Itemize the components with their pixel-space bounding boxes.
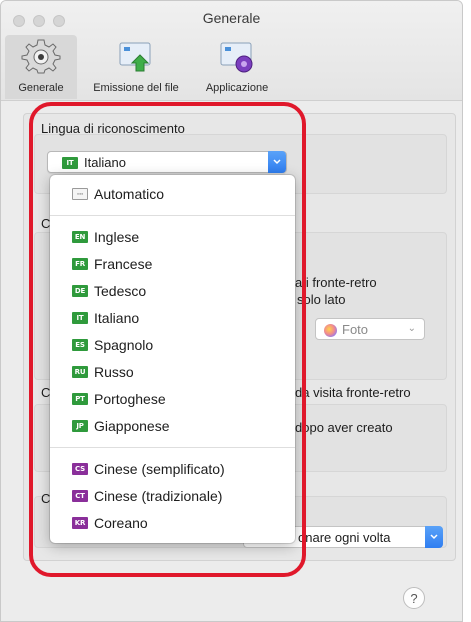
title-bar: Generale Generale Emissione del file App… <box>1 1 462 101</box>
tab-general[interactable]: Generale <box>5 35 77 99</box>
menu-item-coreano[interactable]: KR Coreano <box>50 511 295 535</box>
flag-jp-icon: JP <box>72 420 88 432</box>
menu-item-label: Italiano <box>94 310 140 326</box>
flag-ct-icon: CT <box>72 490 88 502</box>
menu-item-label: Cinese (tradizionale) <box>94 488 223 504</box>
chevron-down-icon <box>425 526 443 548</box>
flag-it-icon: IT <box>72 312 88 324</box>
section-heading-partial: C <box>41 385 51 400</box>
language-dropdown-menu: ··· Automatico EN Inglese FR Francese DE… <box>50 175 295 543</box>
menu-item-label: Cinese (semplificato) <box>94 461 225 477</box>
photo-select[interactable]: Foto ⌄ <box>315 318 425 340</box>
menu-item-label: Francese <box>94 256 153 272</box>
flag-kr-icon: KR <box>72 517 88 529</box>
menu-item-tedesco[interactable]: DE Tedesco <box>50 279 295 303</box>
flag-it-icon: IT <box>62 157 78 169</box>
menu-item-label: Automatico <box>94 186 165 202</box>
menu-item-label: Spagnolo <box>94 337 154 353</box>
menu-item-automatico[interactable]: ··· Automatico <box>50 182 295 206</box>
after-option-text: dopo aver creato <box>295 420 393 435</box>
window-title: Generale <box>202 10 261 26</box>
menu-item-label: Inglese <box>94 229 140 245</box>
menu-item-cinese-tradizionale[interactable]: CT Cinese (tradizionale) <box>50 484 295 508</box>
menu-item-portoghese[interactable]: PT Portoghese <box>50 387 295 411</box>
tab-application-label: Applicazione <box>205 82 269 94</box>
menu-item-russo[interactable]: RU Russo <box>50 360 295 384</box>
flag-de-icon: DE <box>72 285 88 297</box>
chevron-down-icon: ⌄ <box>407 323 416 334</box>
menu-item-inglese[interactable]: EN Inglese <box>50 225 295 249</box>
recognition-language-value: Italiano <box>84 155 126 170</box>
tab-application[interactable]: Applicazione <box>194 35 280 99</box>
tab-file-output-label: Emissione del file <box>93 82 179 94</box>
menu-separator <box>50 215 295 216</box>
menu-separator <box>50 447 295 448</box>
file-output-icon <box>119 42 151 72</box>
application-icon <box>220 42 253 73</box>
card-option-text: da visita fronte-retro <box>295 385 411 400</box>
ask-select-value: onare ogni volta <box>298 530 391 545</box>
flag-es-icon: ES <box>72 339 88 351</box>
menu-item-giapponese[interactable]: JP Giapponese <box>50 414 295 438</box>
preferences-window: Generale Generale Emissione del file App… <box>0 0 463 622</box>
chevron-down-icon <box>268 151 286 173</box>
menu-item-francese[interactable]: FR Francese <box>50 252 295 276</box>
flag-en-icon: EN <box>72 231 88 243</box>
menu-item-label: Coreano <box>94 515 148 531</box>
gear-icon <box>21 39 61 74</box>
tab-general-label: Generale <box>18 82 64 94</box>
section-heading-partial: C <box>41 216 51 231</box>
flag-fr-icon: FR <box>72 258 88 270</box>
recognition-language-label: Lingua di riconoscimento <box>41 121 185 136</box>
menu-item-spagnolo[interactable]: ES Spagnolo <box>50 333 295 357</box>
help-button[interactable]: ? <box>403 587 425 609</box>
section-heading-partial: C <box>41 491 51 506</box>
menu-item-italiano[interactable]: IT Italiano <box>50 306 295 330</box>
menu-item-label: Russo <box>94 364 134 380</box>
menu-item-label: Portoghese <box>94 391 166 407</box>
tab-file-output[interactable]: Emissione del file <box>78 35 194 99</box>
recognition-language-select[interactable]: IT Italiano <box>47 151 287 173</box>
duplex-option-text: ati fronte-retro <box>295 275 377 290</box>
automatic-icon: ··· <box>72 188 88 200</box>
photo-select-value: Foto <box>342 322 369 337</box>
flag-cs-icon: CS <box>72 463 88 475</box>
flag-ru-icon: RU <box>72 366 88 378</box>
flag-pt-icon: PT <box>72 393 88 405</box>
menu-item-label: Tedesco <box>94 283 147 299</box>
duplex-option-text-2: solo lato <box>297 292 346 307</box>
menu-item-label: Giapponese <box>94 418 170 434</box>
menu-item-cinese-semplificato[interactable]: CS Cinese (semplificato) <box>50 457 295 481</box>
photos-icon <box>324 324 337 337</box>
